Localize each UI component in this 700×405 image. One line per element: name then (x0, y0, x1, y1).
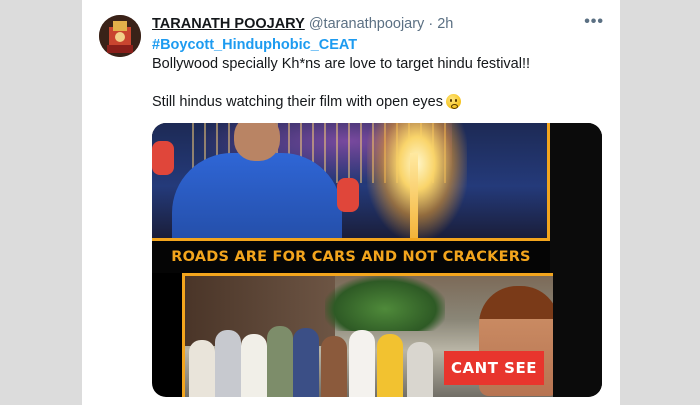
man-figure (172, 153, 342, 238)
crowd-person (189, 340, 215, 397)
crowd-person (349, 330, 375, 397)
tweet-text-line-2: Still hindus watching their film with op… (152, 93, 602, 112)
cant-see-badge: CANT SEE (444, 351, 544, 385)
street-trees (325, 276, 445, 331)
hashtag-link[interactable]: #Boycott_Hinduphobic_CEAT (152, 36, 602, 55)
crowd-person (241, 334, 267, 397)
more-options-icon[interactable]: ••• (584, 13, 604, 31)
top-photo-panel (152, 123, 550, 241)
tweet-header: TARANATH POOJARY @taranathpoojary · 2h (152, 15, 592, 33)
crowd-person (293, 328, 319, 397)
crowd-person (215, 330, 241, 397)
slogan-caption: ROADS ARE FOR CARS AND NOT CRACKERS (152, 241, 550, 273)
avatar[interactable] (99, 15, 141, 57)
crowd-person (267, 326, 293, 397)
man-head (234, 123, 280, 161)
raised-fist-left (152, 141, 174, 175)
author-name[interactable]: TARANATH POOJARY (152, 16, 305, 32)
tweet-media-image[interactable]: ROADS ARE FOR CARS AND NOT CRACKERS CANT… (152, 123, 602, 397)
crowd-person (321, 336, 347, 397)
tweet-timestamp[interactable]: 2h (437, 16, 453, 32)
crowd-person (407, 342, 433, 397)
tweet-text-line-2-text: Still hindus watching their film with op… (152, 94, 443, 110)
flushed-face-emoji-icon (445, 94, 461, 109)
raised-fist-right (337, 178, 359, 212)
sparkler-stream (410, 153, 418, 238)
author-handle[interactable]: @taranathpoojary (309, 16, 424, 32)
crowd-person (377, 334, 403, 397)
avatar-image (99, 15, 141, 57)
separator-dot: · (428, 16, 434, 32)
tweet-card[interactable]: TARANATH POOJARY @taranathpoojary · 2h •… (82, 0, 620, 405)
dark-margin (550, 123, 602, 397)
tweet-text-line-1: Bollywood specially Kh*ns are love to ta… (152, 56, 531, 72)
